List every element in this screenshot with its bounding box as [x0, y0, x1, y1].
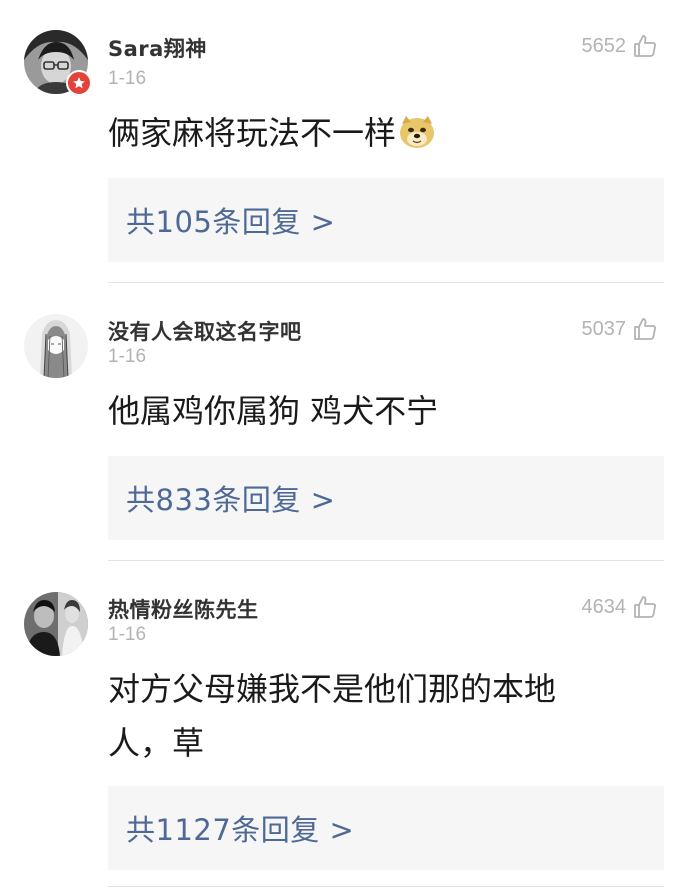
avatar-illustration-long-hair — [24, 314, 88, 378]
avatar-photo-couple — [24, 592, 88, 656]
comment-text-line: 人，草 — [108, 724, 205, 762]
view-replies-button[interactable]: 共1127条回复 > — [108, 786, 664, 870]
comment-text-line: 对方父母嫌我不是他们那的本地 — [108, 670, 557, 708]
replies-link[interactable]: 共1127条回复 > — [126, 807, 354, 849]
divider — [108, 886, 664, 887]
username[interactable]: Sara翔神 — [108, 33, 207, 63]
replies-link[interactable]: 共833条回复 > — [126, 477, 335, 519]
comment-text: 对方父母嫌我不是他们那的本地 人，草 — [108, 664, 628, 768]
comment-text: 俩家麻将玩法不一样 — [108, 108, 628, 158]
username[interactable]: 热情粉丝陈先生 — [108, 594, 259, 624]
comment-body: 俩家麻将玩法不一样 — [108, 114, 397, 152]
avatar[interactable] — [24, 592, 88, 656]
divider — [108, 560, 664, 561]
thumbs-up-icon — [634, 35, 656, 57]
replies-link[interactable]: 共105条回复 > — [126, 199, 335, 241]
avatar[interactable] — [24, 30, 92, 96]
comment-date: 1-16 — [108, 68, 147, 89]
like-button[interactable]: 5652 — [582, 33, 659, 59]
avatar[interactable] — [24, 314, 88, 378]
like-count: 5652 — [581, 34, 627, 57]
view-replies-button[interactable]: 共833条回复 > — [108, 456, 664, 540]
star-badge-icon — [66, 70, 92, 96]
thumbs-up-icon — [634, 318, 656, 340]
like-button[interactable]: 5037 — [582, 316, 659, 342]
doge-emoji-icon — [400, 116, 435, 148]
comment-text: 他属鸡你属狗 鸡犬不宁 — [108, 392, 439, 430]
thumbs-up-icon — [634, 596, 656, 618]
like-count: 4634 — [581, 595, 627, 618]
divider — [108, 282, 664, 283]
like-count: 5037 — [581, 317, 627, 340]
comment-date: 1-16 — [108, 346, 147, 367]
like-button[interactable]: 4634 — [582, 594, 659, 620]
username[interactable]: 没有人会取这名字吧 — [108, 316, 302, 346]
comment-date: 1-16 — [108, 624, 147, 645]
view-replies-button[interactable]: 共105条回复 > — [108, 178, 664, 262]
